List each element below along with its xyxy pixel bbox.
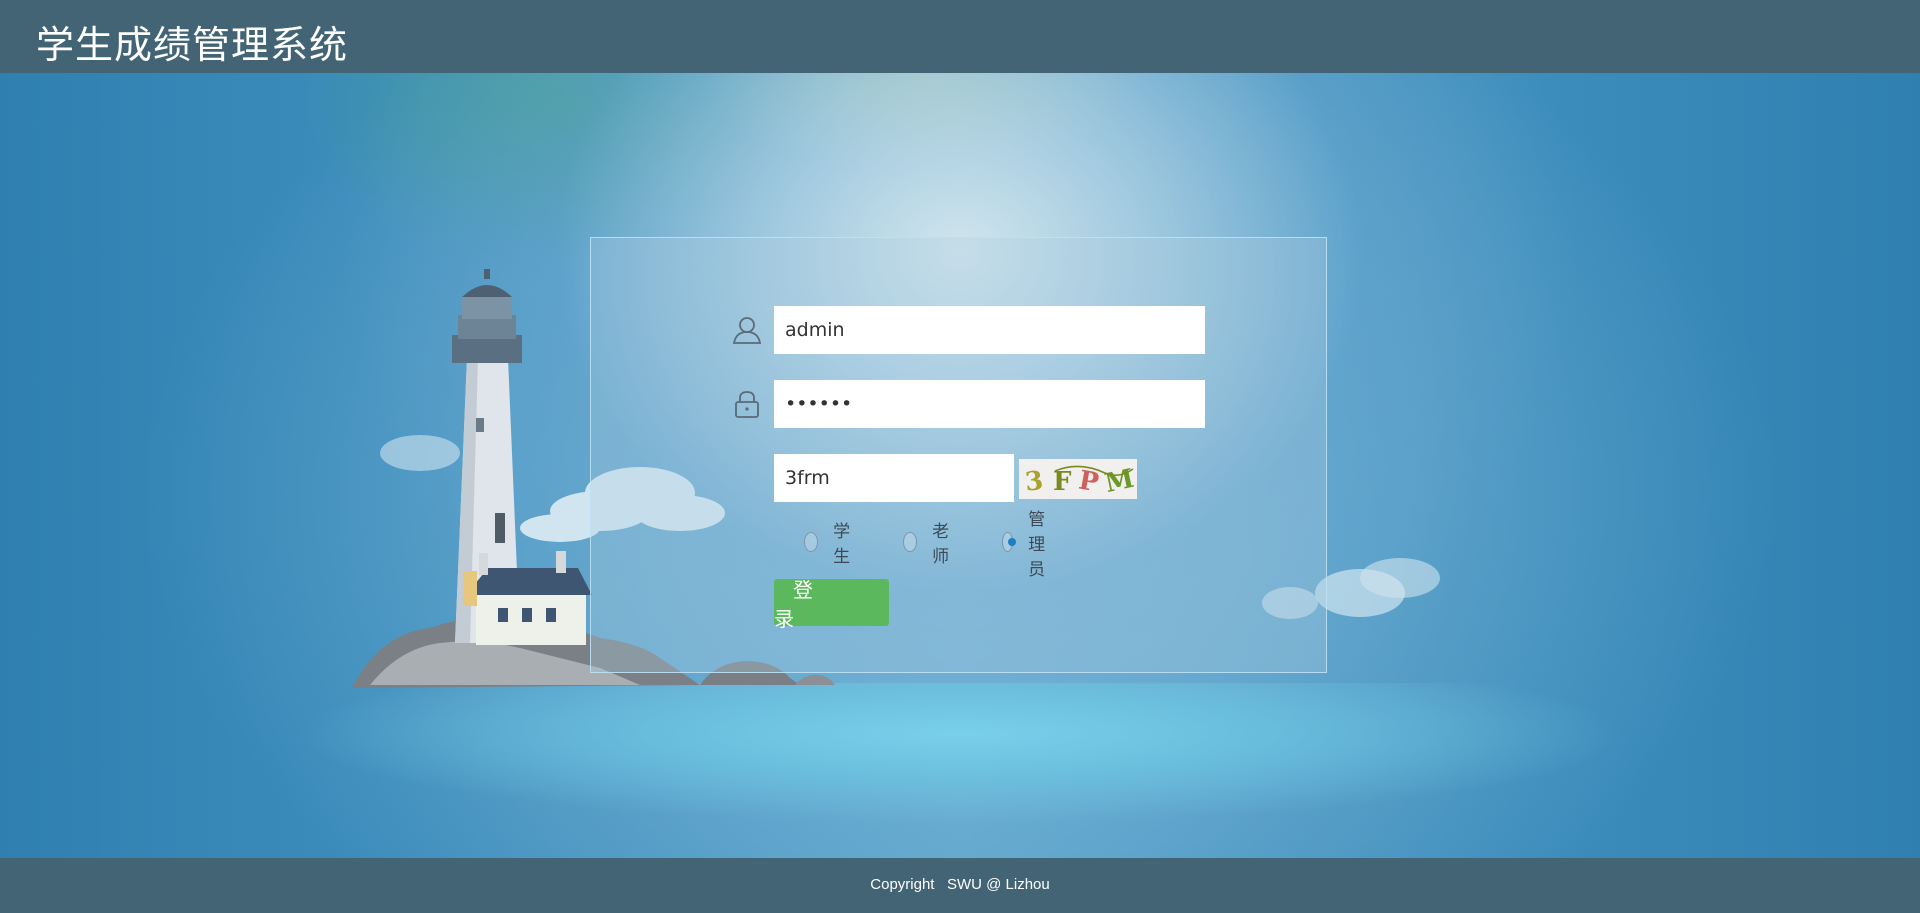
footer: Copyright SWU @ Lizhou <box>0 858 1920 913</box>
user-icon <box>732 317 762 344</box>
role-admin-option[interactable]: 管理员 <box>1002 510 1054 580</box>
role-student-option[interactable]: 学生 <box>804 522 856 567</box>
lock-icon <box>735 391 759 418</box>
role-teacher-option[interactable]: 老师 <box>903 522 955 567</box>
role-teacher-label: 老师 <box>932 522 950 567</box>
captcha-input[interactable] <box>774 454 1014 502</box>
role-teacher-radio[interactable] <box>903 532 918 552</box>
role-student-radio[interactable] <box>804 532 819 552</box>
keeper-house <box>463 551 592 645</box>
copyright-text: Copyright SWU @ Lizhou <box>870 876 1050 893</box>
login-page: 学生成绩管理系统 admin •••••• 3frm 3 F P M 学生 老师… <box>0 0 1920 913</box>
role-admin-radio[interactable] <box>1002 532 1017 552</box>
captcha-graphic: 3 F P M <box>1024 464 1137 499</box>
role-admin-label: 管理员 <box>1028 509 1046 580</box>
top-header: 学生成绩管理系统 <box>0 0 1920 73</box>
username-input[interactable] <box>774 306 1205 354</box>
app-title: 学生成绩管理系统 <box>36 23 349 67</box>
login-button[interactable]: 登 录 <box>774 578 889 631</box>
captcha-image[interactable]: 3 F P M <box>1019 459 1137 499</box>
password-input[interactable] <box>774 380 1205 428</box>
role-student-label: 学生 <box>833 522 851 567</box>
svg-text:3: 3 <box>1024 466 1045 498</box>
